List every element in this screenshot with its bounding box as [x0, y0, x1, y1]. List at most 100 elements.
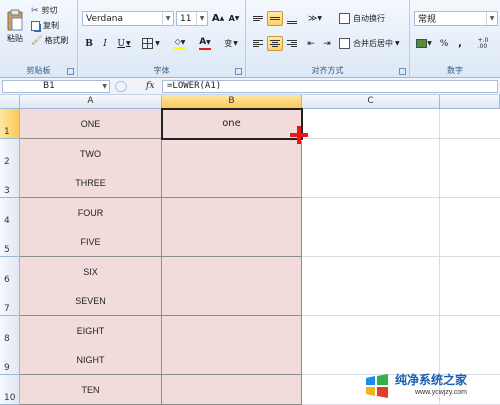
- copy-button[interactable]: 复制: [30, 19, 74, 32]
- row-header[interactable]: 6: [0, 257, 20, 287]
- align-left-button[interactable]: [250, 36, 266, 51]
- chevron-down-icon[interactable]: ▼: [102, 81, 107, 92]
- align-center-button[interactable]: [267, 36, 283, 51]
- insert-function-button[interactable]: fx: [146, 80, 160, 93]
- increase-indent-button[interactable]: ⇥: [320, 36, 334, 51]
- cell-c4[interactable]: [302, 198, 440, 228]
- column-header-b[interactable]: B: [162, 95, 302, 109]
- fx-icon: fx: [146, 81, 155, 91]
- cell-c6[interactable]: [302, 257, 440, 287]
- align-bottom-button[interactable]: [284, 11, 300, 26]
- cell-c5[interactable]: [302, 227, 440, 257]
- cell-a2[interactable]: TWO: [20, 139, 162, 169]
- chevron-down-icon[interactable]: ▼: [196, 12, 207, 25]
- bold-button[interactable]: B: [82, 36, 96, 51]
- cell-b6[interactable]: [162, 257, 302, 287]
- cell-a5[interactable]: FIVE: [20, 227, 162, 257]
- paste-button[interactable]: 粘贴: [3, 3, 27, 49]
- cell-a6[interactable]: SIX: [20, 257, 162, 287]
- accounting-format-button[interactable]: ▼: [414, 36, 434, 51]
- cell-b8[interactable]: [162, 316, 302, 346]
- cell-d3[interactable]: [440, 168, 500, 198]
- align-top-icon: [253, 15, 263, 22]
- cell-b1[interactable]: one: [162, 109, 302, 139]
- alignment-dialog-launcher[interactable]: [399, 68, 406, 75]
- clipboard-dialog-launcher[interactable]: [67, 68, 74, 75]
- cell-d5[interactable]: [440, 227, 500, 257]
- cell-a9[interactable]: NIGHT: [20, 345, 162, 375]
- chevron-down-icon[interactable]: ▼: [395, 40, 400, 47]
- cell-a3[interactable]: THREE: [20, 168, 162, 198]
- cut-label: 剪切: [41, 6, 58, 15]
- select-all-corner[interactable]: [0, 95, 20, 109]
- format-painter-button[interactable]: 🖌 格式刷: [30, 34, 76, 47]
- decrease-indent-button[interactable]: ⇤: [304, 36, 318, 51]
- chevron-down-icon[interactable]: ▼: [486, 12, 497, 25]
- phonetic-guide-button[interactable]: 变 ▼: [220, 36, 242, 51]
- cell-d6[interactable]: [440, 257, 500, 287]
- cell-b10[interactable]: [162, 375, 302, 405]
- underline-button[interactable]: U ▼: [114, 36, 134, 51]
- wrap-text-button[interactable]: 自动换行: [338, 11, 404, 26]
- column-header-c[interactable]: C: [302, 95, 440, 109]
- cell-b2[interactable]: [162, 139, 302, 169]
- cell-c7[interactable]: [302, 286, 440, 316]
- cell-b3[interactable]: [162, 168, 302, 198]
- increase-decimal-button[interactable]: +.0 .00: [470, 36, 496, 51]
- font-size-combo[interactable]: 11 ▼: [176, 11, 208, 26]
- italic-button[interactable]: I: [98, 36, 112, 51]
- row-header[interactable]: 4: [0, 198, 20, 228]
- font-dialog-launcher[interactable]: [235, 68, 242, 75]
- decrease-font-size-button[interactable]: A ▼: [227, 11, 241, 26]
- cell-d8[interactable]: [440, 316, 500, 346]
- align-top-button[interactable]: [250, 11, 266, 26]
- row-header[interactable]: 8: [0, 316, 20, 346]
- cell-a1[interactable]: ONE: [20, 109, 162, 139]
- row-header[interactable]: 3: [0, 168, 20, 198]
- number-format-combo[interactable]: 常规 ▼: [414, 11, 498, 26]
- cell-b9[interactable]: [162, 345, 302, 375]
- column-header-a[interactable]: A: [20, 95, 162, 109]
- ribbon: 粘贴 ✂ 剪切 复制 🖌 格式刷 剪贴板 Verdana ▼ 11 ▼ A▲: [0, 0, 500, 78]
- cell-c3[interactable]: [302, 168, 440, 198]
- name-box[interactable]: B1 ▼: [2, 80, 110, 93]
- align-middle-button[interactable]: [267, 11, 283, 26]
- cell-d1[interactable]: [440, 109, 500, 139]
- underline-icon: U: [117, 38, 125, 49]
- font-color-button[interactable]: A▼: [194, 36, 216, 51]
- align-right-button[interactable]: [284, 36, 300, 51]
- font-name-combo[interactable]: Verdana ▼: [82, 11, 174, 26]
- cell-a4[interactable]: FOUR: [20, 198, 162, 228]
- column-header-d[interactable]: [440, 95, 500, 109]
- row-header[interactable]: 9: [0, 345, 20, 375]
- cut-button[interactable]: ✂ 剪切: [30, 4, 74, 17]
- merge-center-button[interactable]: 合并后居中 ▼: [338, 36, 408, 51]
- orientation-button[interactable]: ≫ ▼: [304, 11, 326, 26]
- chevron-down-icon[interactable]: ▼: [162, 12, 173, 25]
- row-header[interactable]: 5: [0, 227, 20, 257]
- cell-b4[interactable]: [162, 198, 302, 228]
- cell-d2[interactable]: [440, 139, 500, 169]
- cell-a7[interactable]: SEVEN: [20, 286, 162, 316]
- increase-font-size-button[interactable]: A ▲: [211, 11, 225, 26]
- borders-button[interactable]: ▼: [140, 36, 162, 51]
- row-header[interactable]: 2: [0, 139, 20, 169]
- cell-b5[interactable]: [162, 227, 302, 257]
- align-center-icon: [270, 39, 280, 48]
- cell-c2[interactable]: [302, 139, 440, 169]
- cell-a10[interactable]: TEN: [20, 375, 162, 405]
- fill-color-button[interactable]: ◇▼: [168, 36, 192, 51]
- row-header[interactable]: 1: [0, 109, 20, 139]
- formula-input[interactable]: =LOWER(A1): [162, 80, 498, 93]
- percent-style-button[interactable]: %: [437, 36, 451, 51]
- comma-style-button[interactable]: ,: [453, 36, 467, 51]
- cell-c8[interactable]: [302, 316, 440, 346]
- cell-d4[interactable]: [440, 198, 500, 228]
- cell-d7[interactable]: [440, 286, 500, 316]
- cell-a8[interactable]: EIGHT: [20, 316, 162, 346]
- row-header[interactable]: 10: [0, 375, 20, 405]
- formula-bar-expand-handle[interactable]: [115, 81, 127, 92]
- cell-c1[interactable]: [302, 109, 440, 139]
- row-header[interactable]: 7: [0, 286, 20, 316]
- cell-b7[interactable]: [162, 286, 302, 316]
